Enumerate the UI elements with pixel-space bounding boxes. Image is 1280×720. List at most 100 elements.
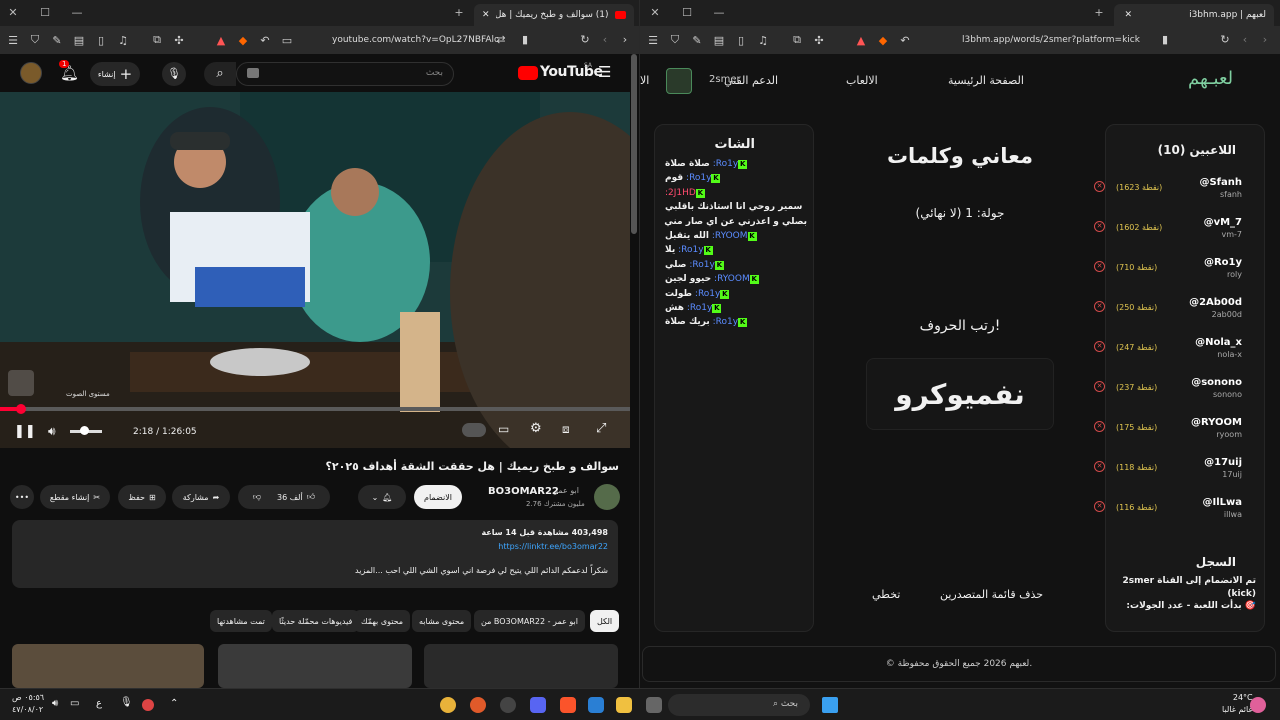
back-icon[interactable]: ‹	[598, 33, 612, 46]
chip-watched[interactable]: تمت مشاهدتها	[210, 610, 272, 632]
channel-name[interactable]: BO3OMAR22	[488, 486, 559, 497]
wallet-icon[interactable]: ▤	[72, 34, 86, 47]
share-icon[interactable]: ↶	[898, 34, 912, 47]
brave-icon[interactable]	[560, 697, 576, 713]
youtube-tab[interactable]: (1) سوالف و طبخ ريميك | هل ح... ✕	[474, 4, 634, 26]
chip-recent[interactable]: فيديوهات محمّلة حديثًا	[272, 610, 360, 632]
address-bar[interactable]: l3bhm.app/words/2smer?platform=kick	[962, 35, 1140, 45]
search-input[interactable]: بحث	[236, 62, 454, 86]
channel-avatar[interactable]	[594, 484, 620, 510]
minimize-icon[interactable]: —	[712, 6, 726, 19]
shield-icon[interactable]: ⛉	[668, 33, 682, 47]
user-avatar[interactable]	[666, 68, 692, 94]
chip-for-you[interactable]: محتوى بهمّك	[354, 610, 411, 632]
taskbar-search[interactable]: بحث ⌕	[668, 694, 810, 716]
screenshot-icon[interactable]: ⧉	[150, 33, 164, 47]
new-tab-icon[interactable]: +	[452, 6, 466, 19]
firefox-icon[interactable]	[470, 697, 486, 713]
remove-player-icon[interactable]: ✕	[1094, 501, 1105, 512]
extension-icon[interactable]: ✎	[690, 34, 704, 47]
description-link[interactable]: https://linktr.ee/bo3omar22	[22, 540, 608, 554]
puzzle-icon[interactable]: ✣	[812, 34, 826, 47]
like-icon[interactable]: 👍︎	[307, 492, 315, 502]
fullscreen-icon[interactable]: ⤢	[596, 421, 606, 436]
skip-button[interactable]: تخطي	[872, 588, 900, 601]
subtitles-icon[interactable]: ▭	[498, 422, 509, 436]
tray-app-icon[interactable]	[142, 699, 154, 711]
wallet-icon[interactable]: ▤	[712, 34, 726, 47]
keyboard-icon[interactable]	[247, 68, 259, 78]
brave-shield-icon[interactable]: ◆	[876, 34, 890, 47]
scrollbar[interactable]	[631, 54, 637, 234]
description-box[interactable]: 403,498 مشاهدة قبل 14 ساعة https://linkt…	[12, 520, 618, 588]
remove-player-icon[interactable]: ✕	[1094, 301, 1105, 312]
brave-shield-icon[interactable]: ◆	[236, 34, 250, 47]
search-icon[interactable]: ⌕	[204, 62, 236, 86]
bookmark-icon[interactable]: ▮	[1158, 33, 1172, 46]
close-window-icon[interactable]: ✕	[648, 6, 662, 19]
hamburger-icon[interactable]: ☰	[598, 63, 611, 81]
network-icon[interactable]: ▭	[70, 698, 79, 709]
mic-icon[interactable]: 🎙︎	[162, 62, 186, 86]
reload-icon[interactable]: ↻	[578, 33, 592, 46]
remove-player-icon[interactable]: ✕	[1094, 461, 1105, 472]
create-button[interactable]: إنشاء +	[90, 62, 140, 86]
video-thumbnail[interactable]	[12, 644, 204, 688]
save-button[interactable]: حفظ ⊞	[118, 485, 166, 509]
chevron-up-icon[interactable]: ⌃	[170, 698, 178, 709]
share-icon[interactable]: ↶	[258, 34, 272, 47]
volume-icon[interactable]: 🔊︎	[48, 424, 56, 439]
back-icon[interactable]: ‹	[1238, 33, 1252, 46]
remove-player-icon[interactable]: ✕	[1094, 421, 1105, 432]
menu-icon[interactable]: ☰	[646, 34, 660, 47]
puzzle-icon[interactable]: ✣	[172, 34, 186, 47]
store-icon[interactable]	[588, 697, 604, 713]
youtube-logo-icon[interactable]	[518, 66, 538, 80]
brave-rewards-icon[interactable]: ▲	[214, 34, 228, 47]
avatar[interactable]	[20, 62, 42, 84]
chip-channel[interactable]: من BO3OMAR22 - ابو عمر	[474, 610, 585, 632]
share-button[interactable]: مشاركة ➦	[172, 485, 230, 509]
extension-icon[interactable]: ✎	[50, 34, 64, 47]
copy-link-icon[interactable]: ⇄	[494, 33, 508, 46]
remove-player-icon[interactable]: ✕	[1094, 381, 1105, 392]
autoplay-toggle[interactable]	[462, 423, 486, 437]
settings-icon[interactable]: ⚙	[530, 421, 542, 436]
maximize-icon[interactable]: ☐	[38, 6, 52, 19]
chip-all[interactable]: الكل	[590, 610, 620, 632]
obs-icon[interactable]	[500, 697, 516, 713]
music-icon[interactable]: ♫	[116, 34, 130, 47]
clock[interactable]: ٠٥:٥٦ ص ٤٧/٠٨/٠٢	[12, 692, 44, 716]
site-logo[interactable]: لعبـهم	[1188, 68, 1233, 89]
sidebar-icon[interactable]: ▯	[734, 34, 748, 47]
forward-icon[interactable]: ›	[1258, 33, 1272, 46]
forward-icon[interactable]: ›	[618, 33, 632, 46]
youtube-logo[interactable]: YouTube	[540, 64, 603, 80]
close-tab-icon[interactable]: ✕	[482, 10, 490, 20]
menu-icon[interactable]: ☰	[6, 34, 20, 47]
remove-player-icon[interactable]: ✕	[1094, 261, 1105, 272]
close-tab-icon[interactable]: ✕	[1124, 10, 1132, 20]
join-button[interactable]: الانضمام	[414, 485, 462, 509]
minimize-icon[interactable]: —	[70, 6, 84, 19]
maximize-icon[interactable]: ☐	[680, 6, 694, 19]
discord-icon[interactable]	[530, 697, 546, 713]
language-indicator[interactable]: ع	[96, 698, 102, 709]
task-view-icon[interactable]	[646, 697, 662, 713]
video-thumbnail[interactable]	[424, 644, 618, 688]
remove-player-icon[interactable]: ✕	[1094, 221, 1105, 232]
dislike-icon[interactable]: 👎︎	[253, 492, 261, 502]
file-explorer-icon[interactable]	[616, 697, 632, 713]
speaker-icon[interactable]: 🔊︎	[52, 698, 58, 709]
miniplayer-icon[interactable]: ⧈	[562, 422, 570, 437]
cast-icon[interactable]: ▭	[280, 34, 294, 47]
more-actions-icon[interactable]: •••	[10, 485, 34, 509]
music-icon[interactable]: ♫	[756, 34, 770, 47]
screenshot-icon[interactable]: ⧉	[790, 33, 804, 47]
chip-similar[interactable]: محتوى مشابه	[412, 610, 472, 632]
nav-more[interactable]: الا	[640, 74, 649, 87]
weather-widget[interactable]: 24°C غائم غالبا	[1222, 692, 1253, 716]
clear-leaderboard-button[interactable]: حذف قائمة المتصدرين	[940, 588, 1043, 601]
subscribe-bell-button[interactable]: ⌄ 🔔︎	[358, 485, 406, 509]
game-tab[interactable]: لعبهم | i3bhm.app ✕	[1114, 4, 1274, 26]
